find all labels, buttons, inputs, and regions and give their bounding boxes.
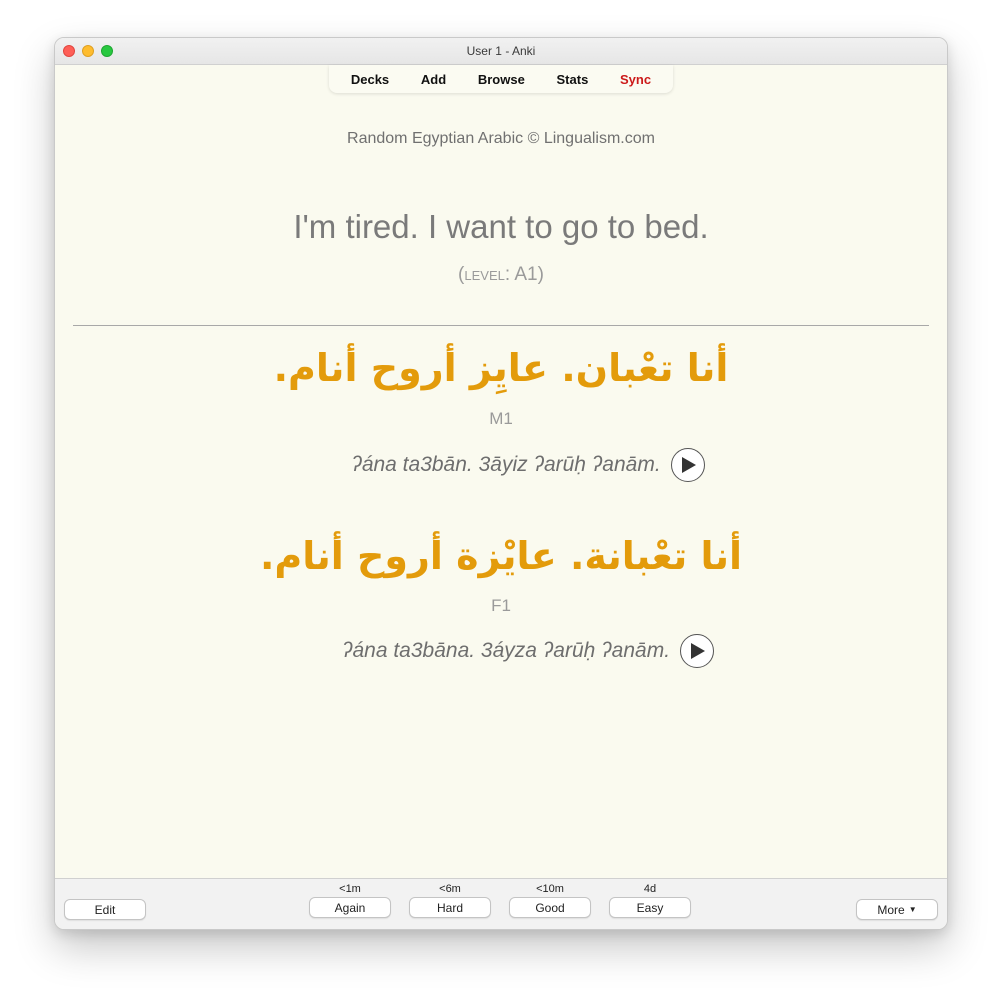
caret-down-icon: ▼ [908, 905, 917, 914]
translit-row-masculine: ʔána ta3bān. 3āyiz ʔarūḥ ʔanām. [55, 448, 947, 482]
translit-row-feminine: ʔána ta3bāna. 3áyza ʔarūḥ ʔanām. [55, 634, 947, 668]
card-source: Random Egyptian Arabic © Lingualism.com [347, 130, 655, 147]
play-audio-masculine-button[interactable] [670, 448, 705, 482]
feminine-tag: F1 [491, 596, 511, 615]
level-word: level [464, 264, 505, 285]
good-interval: <10m [536, 883, 564, 895]
again-interval: <1m [339, 883, 361, 895]
more-label: More [877, 902, 905, 917]
arabic-sentence-masculine: أنا تعْبان. عايِز أروح أنام. [273, 346, 729, 390]
ease-easy: 4d Easy [609, 881, 691, 918]
level-label: (level: A1) [55, 264, 947, 286]
transliteration-feminine: ʔána ta3bāna. 3áyza ʔarūḥ ʔanām. [341, 639, 671, 662]
english-sentence: I'm tired. I want to go to bed. [293, 208, 709, 245]
good-button[interactable]: Good [509, 897, 591, 918]
anki-window: User 1 - Anki Decks Add Browse Stats Syn… [54, 37, 948, 930]
masculine-tag: M1 [489, 409, 513, 428]
review-bottom-bar: Edit <1m Again <6m Hard <10m Good 4d Eas… [55, 878, 947, 929]
stats-link[interactable]: Stats [553, 70, 593, 89]
ease-again: <1m Again [309, 881, 391, 918]
main-toolbar: Decks Add Browse Stats Sync [329, 65, 673, 93]
ease-hard: <6m Hard [409, 881, 491, 918]
level-value: : A1) [504, 264, 544, 285]
more-button[interactable]: More ▼ [856, 899, 938, 920]
browse-link[interactable]: Browse [474, 70, 529, 89]
easy-interval: 4d [643, 883, 657, 895]
answer-divider [73, 325, 929, 326]
sync-link[interactable]: Sync [616, 70, 655, 89]
edit-button[interactable]: Edit [64, 899, 146, 920]
hard-button[interactable]: Hard [409, 897, 491, 918]
card-content: Random Egyptian Arabic © Lingualism.com … [55, 94, 947, 878]
easy-button[interactable]: Easy [609, 897, 691, 918]
decks-link[interactable]: Decks [347, 70, 393, 89]
window-title: User 1 - Anki [466, 44, 536, 58]
play-icon [681, 457, 696, 473]
arabic-sentence-feminine: أنا تعْبانة. عايْزة أروح أنام. [259, 534, 743, 578]
transliteration-masculine: ʔána ta3bān. 3āyiz ʔarūḥ ʔanām. [351, 453, 661, 476]
play-audio-feminine-button[interactable] [680, 634, 715, 668]
again-button[interactable]: Again [309, 897, 391, 918]
play-icon [691, 643, 706, 659]
hard-interval: <6m [439, 883, 461, 895]
title-bar: User 1 - Anki [55, 38, 947, 65]
add-link[interactable]: Add [417, 70, 450, 89]
ease-good: <10m Good [509, 881, 591, 918]
